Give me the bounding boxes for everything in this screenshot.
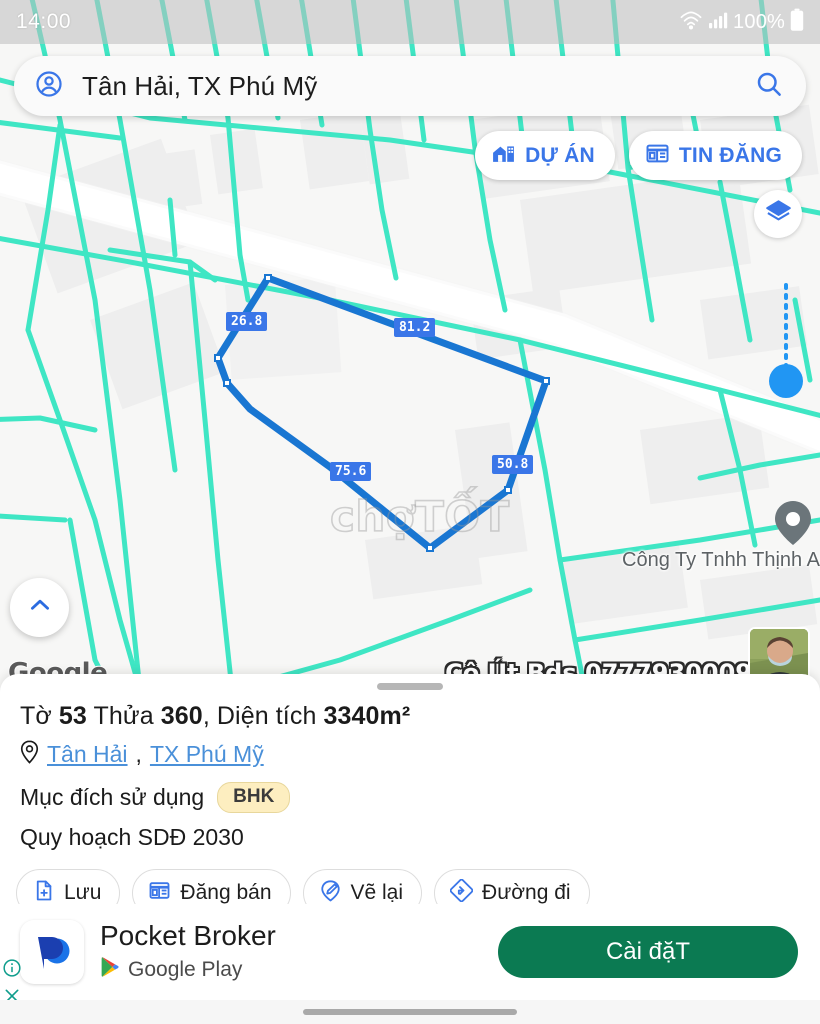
pocket-broker-app-icon [20,920,84,984]
chip-tin-dang[interactable]: TIN ĐĂNG [628,131,802,180]
action-label: Đường đi [482,880,571,904]
redraw-pencil-icon [319,879,342,907]
action-label: Đăng bán [180,880,272,904]
area-word: , Diện tích [202,702,324,730]
plan-text: Quy hoạch SDĐ 2030 [20,823,244,850]
location-link-district[interactable]: TX Phú Mỹ [150,741,264,768]
signal-bars-icon [708,11,728,34]
status-badge: BHK [217,781,291,813]
area-value: 3340m² [323,702,411,730]
ad-store-name: Google Play [128,957,243,981]
chip-label: TIN ĐĂNG [678,143,782,167]
home-indicator[interactable] [303,1009,517,1015]
parcel-edge-label: 81.2 [394,318,436,337]
parcel-number: 360 [160,702,203,730]
location-link-ward[interactable]: Tân Hải [47,741,128,768]
status-bar: 14:00 100% [0,0,820,44]
sheet-drag-handle[interactable] [377,683,443,690]
expand-map-button[interactable] [10,578,69,637]
google-play-icon [100,956,120,983]
listing-news-icon [645,141,670,171]
location-pin-icon [20,740,39,769]
ad-install-button[interactable]: Cài đặT [498,926,798,978]
parcel-edge-label: 75.6 [330,462,372,481]
title-prefix: Tờ [20,702,59,730]
ad-title: Pocket Broker [100,919,276,951]
battery-percent-label: 100% [733,10,785,33]
page-title: Tờ 53 Thửa 360, Diện tích 3340m² [20,702,800,731]
chotot-watermark: chợTỐT [329,491,510,542]
parcel-info-sheet: Tờ 53 Thửa 360, Diện tích 3340m² Tân Hải… [0,674,820,917]
ad-banner[interactable]: Pocket Broker Google Play Cài đặT [0,904,820,1003]
account-circle-icon[interactable] [34,69,64,104]
chevron-up-icon [27,592,53,623]
parcel-word: Thửa [86,702,161,730]
search-icon[interactable] [754,69,784,104]
parcel-edge-label: 26.8 [226,312,268,331]
parcel-edge-label: 50.8 [492,455,534,474]
layers-icon [765,198,792,230]
action-label: Lưu [64,880,102,904]
directions-icon [449,878,474,907]
action-label: Vẽ lại [350,880,404,904]
map-filter-chips: DỰ ÁN TIN ĐĂNG [475,131,802,180]
post-listing-icon [148,879,171,907]
project-house-icon [491,141,516,171]
sheet-number: 53 [58,702,87,730]
chip-du-an[interactable]: DỰ ÁN [475,131,615,180]
ad-text-block: Pocket Broker Google Play [100,919,276,984]
search-bar[interactable]: Tân Hải, TX Phú Mỹ [14,56,806,116]
status-indicators: 100% [679,8,804,37]
purpose-row: Mục đích sử dụng BHK [20,781,800,813]
ad-store-row: Google Play [100,956,276,983]
purpose-label: Mục đích sử dụng [20,783,205,810]
status-time: 14:00 [16,10,72,33]
layers-button[interactable] [754,190,802,238]
location-row: Tân Hải, TX Phú Mỹ [20,740,800,769]
save-file-icon [32,879,55,907]
battery-full-icon [790,8,804,37]
screen-root: 26.8 81.2 75.6 50.8 chợTỐT Công Ty Tnhh … [0,0,820,1024]
system-navigation-bar [0,1000,820,1024]
location-separator: , [135,740,142,767]
search-input[interactable]: Tân Hải, TX Phú Mỹ [82,71,754,102]
poi-label: Công Ty Tnhh Thịnh An [622,549,820,571]
ad-info-icon[interactable] [2,958,22,983]
chip-label: DỰ ÁN [525,143,595,167]
wifi-icon [679,10,703,35]
